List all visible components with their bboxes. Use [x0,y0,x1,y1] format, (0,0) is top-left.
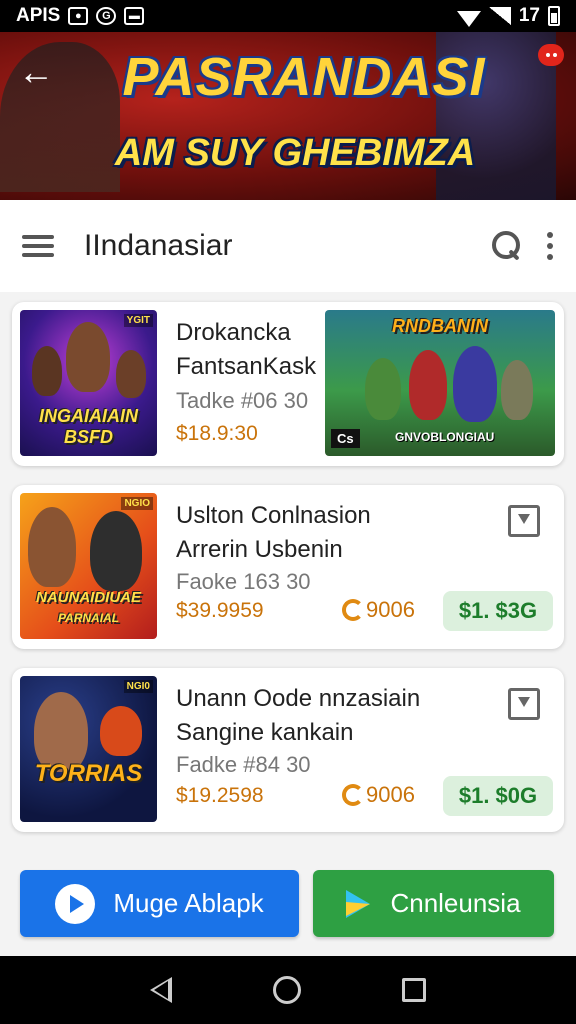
thumbnail-figure-3 [116,350,146,398]
google-play-icon [346,889,371,918]
game-card-2[interactable]: NGIO NAUNAIDIUAE PARNAIAL Uslton Conlnas… [12,485,564,649]
thumbnail-subtitle: PARNAIAL [57,611,120,625]
status-bar: APIS ● G ▬ 17 [0,0,576,32]
thumbnail-title: INGAIAIAIN BSFD [39,406,138,447]
message-status-icon: ▬ [124,7,145,25]
thumbnail-tag: NGIO [121,497,153,510]
bookmark-icon[interactable] [508,505,540,537]
game-card-1[interactable]: YGIT INGAIAIAIN BSFD Drokancka FantsanKa… [12,302,564,466]
primary-action-button[interactable]: Muge Ablapk [20,870,299,937]
card-title-line1: Uslton Conlnasion [176,502,371,529]
game-thumbnail-2[interactable]: NGIO NAUNAIDIUAE PARNAIAL [20,493,157,639]
thumbnail-tag: NGI0 [123,680,153,693]
signal-icon [488,7,511,25]
bookmark-icon[interactable] [508,688,540,720]
promo-figure-2 [409,350,447,420]
game-card-3[interactable]: NGI0 TORRIAS Unann Oode nnzasiain Sangin… [12,668,564,832]
promo-figure-4 [501,360,533,420]
thumbnail-figure-2 [100,706,142,756]
nav-recents-icon[interactable] [401,978,426,1002]
thumbnail-figure-2 [32,346,62,396]
google-play-button[interactable]: Cnnleunsia [313,870,554,937]
coin-count: 9006 [342,782,415,808]
search-icon[interactable] [490,229,524,263]
thumbnail-figure [66,322,110,392]
notification-badge[interactable] [538,44,564,66]
hero-banner[interactable]: ← PASRANDASI AM SUY GHEBIMZA [0,32,576,200]
banner-subtitle: AM SUY GHEBIMZA [114,132,476,174]
thumbnail-title: TORRIAS [34,760,143,787]
promo-image[interactable]: RNDBANIN Cs GNVOBLONGIAU [325,310,555,456]
coin-icon [342,599,364,621]
card-title-line2: FantsanKask [176,353,317,380]
status-right: 17 [456,5,560,27]
menu-icon[interactable] [22,235,54,257]
status-left: APIS ● G ▬ [16,5,145,27]
card-title-line2: Arrerin Usbenin [176,536,343,563]
buy-price-button[interactable]: $1. $0G [443,776,553,816]
game-thumbnail-3[interactable]: NGI0 TORRIAS [20,676,157,822]
coin-value: 9006 [366,782,415,807]
nav-home-icon[interactable] [272,976,301,1004]
card-subtitle: Faoke 163 30 [176,569,311,594]
status-app-label: APIS [16,5,61,26]
promo-label: GNVOBLONGIAU [395,430,495,444]
battery-icon [548,6,560,26]
coin-value: 9006 [366,597,415,622]
thumbnail-figure-2 [90,511,142,591]
promo-figure-3 [453,346,497,422]
nav-back-icon[interactable] [150,977,173,1003]
play-circle-icon [55,883,96,924]
card-title-line2: Sangine kankain [176,719,354,746]
card-price: $18.9:30 [176,422,258,445]
wifi-icon [456,11,481,27]
game-thumbnail-1[interactable]: YGIT INGAIAIAIN BSFD [20,310,157,456]
coin-count: 9006 [342,597,415,623]
buy-price-button[interactable]: $1. $3G [443,591,553,631]
sync-status-icon: G [96,7,117,25]
app-bar: IIndanasiar [0,200,576,292]
app-bar-actions [490,229,554,263]
promo-figure-1 [365,358,401,420]
card-price: $19.2598 [176,784,264,807]
camera-status-icon: ● [68,7,89,25]
page-title: IIndanasiar [84,229,233,262]
back-arrow-icon[interactable]: ← [18,52,58,92]
thumbnail-title: NAUNAIDIUAE [36,589,141,606]
coin-icon [342,784,364,806]
promo-badge: Cs [331,429,360,448]
more-vert-icon[interactable] [546,232,554,260]
status-time: 17 [518,5,540,26]
primary-button-label: Muge Ablapk [113,888,264,918]
promo-title: RNDBANIN [392,316,488,336]
card-title-line1: Unann Oode nnzasiain [176,685,421,712]
card-subtitle: Fadke #84 30 [176,752,311,777]
card-title-line1: Drokancka [176,319,291,346]
secondary-button-label: Cnnleunsia [390,888,521,918]
thumbnail-figure [28,507,76,587]
banner-title: PASRANDASI [122,47,486,107]
thumbnail-tag: YGIT [123,314,153,327]
card-subtitle: Tadke #06 30 [176,388,309,413]
card-price: $39.9959 [176,599,264,622]
system-nav-bar [0,956,576,1024]
